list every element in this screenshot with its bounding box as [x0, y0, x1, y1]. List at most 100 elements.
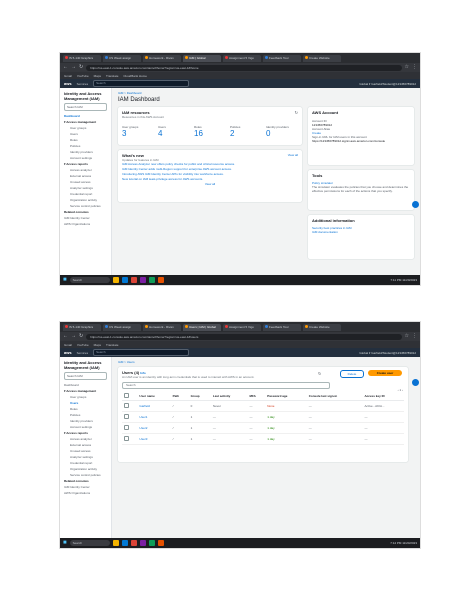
metric-value[interactable]: 0 [266, 129, 298, 139]
signin-url-value[interactable]: https://123456789012.signin.aws.amazon.c… [312, 139, 410, 143]
browser-tab[interactable]: CS Week assign [103, 323, 141, 331]
bookmark[interactable]: YouTube [77, 343, 89, 347]
resource-metric[interactable]: User groups 3 [122, 125, 154, 139]
app-icon[interactable] [148, 277, 155, 283]
aws-logo[interactable]: aws [64, 350, 72, 355]
column-header[interactable]: Password age [265, 392, 307, 401]
browser-tab[interactable]: Assignment 5 Vigo [223, 323, 261, 331]
resource-metric[interactable]: Users 4 [158, 125, 190, 139]
view-all-link[interactable]: View all [122, 182, 298, 186]
back-icon[interactable]: ← [63, 63, 68, 72]
row-checkbox[interactable] [124, 436, 129, 441]
url-field[interactable]: https://us-east-1.console.aws.amazon.com… [86, 333, 402, 340]
bookmark[interactable]: Translate [106, 74, 118, 78]
column-header[interactable]: Path [170, 392, 189, 401]
app-icon[interactable] [139, 540, 146, 546]
bookmark[interactable]: Maps [94, 74, 101, 78]
windows-start-icon[interactable]: ■ [63, 277, 67, 283]
sidebar-item[interactable]: AWS Organizations [64, 490, 107, 496]
back-icon[interactable]: ← [63, 332, 68, 341]
cell-name[interactable]: User1 [137, 411, 171, 423]
taskbar-search[interactable]: Search [69, 540, 110, 546]
delete-button[interactable]: Delete [340, 370, 364, 378]
column-header[interactable]: User name [137, 392, 171, 401]
app-icon[interactable] [157, 277, 164, 283]
browser-tab[interactable]: Homework - Rivan [143, 54, 181, 62]
chrome-icon[interactable] [130, 277, 137, 283]
menu-icon[interactable]: ⋮ [412, 332, 417, 341]
app-icon[interactable] [157, 540, 164, 546]
column-header[interactable]: Console last sign-in [306, 392, 363, 401]
bookmark[interactable]: Maps [94, 343, 101, 347]
refresh-icon[interactable]: ↻ [318, 371, 321, 376]
cell-name[interactable]: User3 [137, 433, 171, 445]
browser-tab-active[interactable]: Users | IAM | Global [183, 323, 221, 331]
console-search-input[interactable]: Search [93, 80, 190, 87]
resource-metric[interactable]: Policies 2 [230, 125, 262, 139]
account-menu[interactable]: Global ▾ Garfield/Student@123456789012 [359, 351, 416, 355]
column-header[interactable]: Access key ID [362, 392, 404, 401]
reload-icon[interactable]: ↻ [79, 63, 83, 72]
edge-icon[interactable] [121, 277, 128, 283]
forward-icon[interactable]: → [71, 63, 76, 72]
cell-name[interactable]: Garfield [137, 400, 171, 412]
star-icon[interactable]: ☆ [405, 332, 409, 341]
browser-tab-active[interactable]: IAM | Global [183, 54, 221, 62]
aws-logo[interactable]: aws [64, 81, 72, 86]
create-user-button[interactable]: Create user [368, 370, 402, 376]
browser-tab[interactable]: IS 5-140 Graphics [63, 323, 101, 331]
metric-value[interactable]: 3 [122, 129, 154, 139]
browser-tab[interactable]: IS 5-140 Graphics [63, 54, 101, 62]
row-checkbox[interactable] [124, 414, 129, 419]
select-all-checkbox[interactable] [124, 393, 129, 398]
nav-search-input[interactable]: Search IAM [64, 103, 107, 111]
browser-tab[interactable]: Assignment 5 Vigo [223, 54, 261, 62]
bookmark[interactable]: Gmail [64, 74, 72, 78]
feedback-icon[interactable] [412, 379, 419, 386]
pagination[interactable]: ‹ 1 › [398, 388, 403, 392]
metric-value[interactable]: 2 [230, 129, 262, 139]
browser-tab[interactable]: Feedback Tour [263, 323, 301, 331]
forward-icon[interactable]: → [71, 332, 76, 341]
metric-value[interactable]: 16 [194, 129, 226, 139]
sidebar-item[interactable]: AWS Organizations [64, 221, 107, 227]
bookmark[interactable]: Translate [106, 343, 118, 347]
services-menu[interactable]: Services [77, 351, 89, 355]
column-header[interactable]: Group [188, 392, 211, 401]
browser-tab[interactable]: Create Website [303, 323, 341, 331]
metric-value[interactable]: 4 [158, 129, 190, 139]
info-link[interactable]: IAM documentation [312, 230, 410, 234]
nav-search-input[interactable]: Search IAM [64, 372, 107, 380]
file-explorer-icon[interactable] [112, 277, 119, 283]
taskbar-search[interactable]: Search [69, 277, 110, 283]
refresh-icon[interactable]: ↻ [295, 110, 298, 115]
windows-start-icon[interactable]: ■ [63, 540, 67, 546]
row-checkbox[interactable] [124, 403, 129, 408]
reload-icon[interactable]: ↻ [79, 332, 83, 341]
users-search-input[interactable]: Search [122, 382, 330, 389]
console-search-input[interactable]: Search [93, 349, 190, 356]
bookmark[interactable]: YouTube [77, 74, 89, 78]
star-icon[interactable]: ☆ [405, 63, 409, 72]
browser-tab[interactable]: Create Website [303, 54, 341, 62]
services-menu[interactable]: Services [77, 82, 89, 86]
bookmark[interactable]: Gmail [64, 343, 72, 347]
browser-tab[interactable]: Feedback Tour [263, 54, 301, 62]
browser-tab[interactable]: CS Week assign [103, 54, 141, 62]
row-checkbox[interactable] [124, 425, 129, 430]
cell-name[interactable]: User2 [137, 422, 171, 434]
app-icon[interactable] [148, 540, 155, 546]
menu-icon[interactable]: ⋮ [412, 63, 417, 72]
app-icon[interactable] [139, 277, 146, 283]
account-menu[interactable]: Global ▾ Garfield/Student@123456789012 [359, 82, 416, 86]
resource-metric[interactable]: Roles 16 [194, 125, 226, 139]
url-field[interactable]: https://us-east-1.console.aws.amazon.com… [86, 64, 402, 71]
file-explorer-icon[interactable] [112, 540, 119, 546]
chrome-icon[interactable] [130, 540, 137, 546]
browser-tab[interactable]: Homework - Rivan [143, 323, 181, 331]
resource-metric[interactable]: Identity providers 0 [266, 125, 298, 139]
column-header[interactable]: MFA [247, 392, 266, 401]
bookmark[interactable]: CloudBank Home [123, 74, 147, 78]
edge-icon[interactable] [121, 540, 128, 546]
feedback-icon[interactable] [412, 201, 419, 208]
